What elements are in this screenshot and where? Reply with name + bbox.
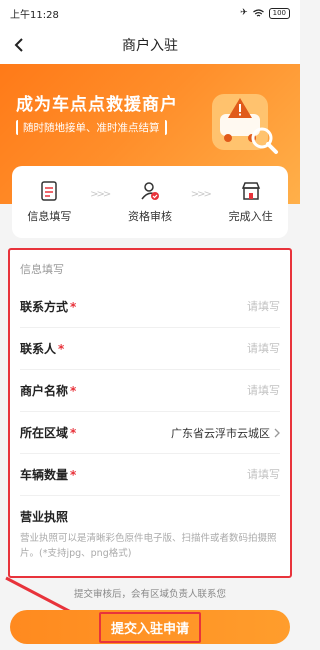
- page-title: 商户入驻: [122, 38, 178, 54]
- contact-person-row: 联系人 *: [20, 328, 280, 370]
- region-value: 广东省云浮市云城区: [171, 426, 270, 440]
- battery-icon: 100: [268, 7, 290, 19]
- vehicle-count-row: 车辆数量 *: [20, 454, 280, 496]
- region-row[interactable]: 所在区域 * 广东省云浮市云城区: [20, 412, 280, 454]
- form-icon: [41, 181, 58, 201]
- submit-button[interactable]: 提交入驻申请: [10, 610, 290, 644]
- status-bar: 上午11:28 ✈ 100: [0, 0, 300, 26]
- nav-bar: 商户入驻: [0, 26, 300, 64]
- chevron-left-icon: [14, 38, 23, 52]
- chevron-right-icon: [274, 428, 280, 437]
- field-label: 联系人 *: [20, 342, 65, 356]
- merchant-name-input[interactable]: [160, 384, 280, 397]
- status-time: 上午11:28: [10, 9, 59, 21]
- contact-method-input[interactable]: [160, 300, 280, 313]
- business-license-section: 营业执照 营业执照可以是清晰彩色原件电子版、扫描件或者数码拍摄照片。(*支持jp…: [20, 496, 280, 561]
- step-label: 完成入住: [228, 210, 273, 223]
- region-select[interactable]: 广东省云浮市云城区: [171, 425, 280, 441]
- field-label: 商户名称 *: [20, 384, 77, 398]
- step-done: 完成入住: [229, 180, 273, 224]
- status-icons: ✈ 100: [240, 7, 290, 19]
- field-label: 车辆数量 *: [20, 468, 77, 482]
- step-label: 资格审核: [127, 210, 172, 223]
- step-label: 信息填写: [27, 210, 72, 223]
- user-check-icon: [141, 182, 159, 200]
- banner-title: 成为车点点救援商户: [16, 95, 178, 115]
- wifi-icon: [252, 8, 264, 16]
- merchant-form: 信息填写 联系方式* 联系人* 商户名称* 所在区域* 广东省云浮市云城区 车辆…: [8, 248, 292, 578]
- step-info: 信息填写: [27, 180, 71, 224]
- contact-person-input[interactable]: [160, 342, 280, 355]
- license-hint: 营业执照可以是清晰彩色原件电子版、扫描件或者数码拍摄照片。(*支持jpg、png…: [20, 533, 277, 559]
- banner-subtitle: 随时随地接单、准时准点结算: [16, 120, 167, 135]
- car-warning-illustration: [212, 94, 278, 154]
- vehicle-count-input[interactable]: [160, 468, 280, 481]
- store-icon: [241, 182, 260, 200]
- license-label: 营业执照: [20, 510, 69, 524]
- field-label: 所在区域 *: [20, 426, 77, 440]
- airplane-icon: ✈: [240, 8, 248, 18]
- step-arrow-icon: >>>: [90, 188, 111, 200]
- step-arrow-icon: >>>: [190, 188, 212, 200]
- field-label: 联系方式 *: [20, 300, 77, 314]
- submit-label: 提交入驻申请: [98, 611, 201, 643]
- merchant-name-row: 商户名称 *: [20, 370, 280, 412]
- step-review: 资格审核: [128, 180, 172, 224]
- contact-method-row: 联系方式 *: [20, 286, 280, 328]
- form-section-title: 信息填写: [20, 263, 64, 276]
- back-button[interactable]: [8, 34, 30, 56]
- progress-steps: 信息填写 >>> 资格审核 >>> 完成入住: [12, 166, 288, 238]
